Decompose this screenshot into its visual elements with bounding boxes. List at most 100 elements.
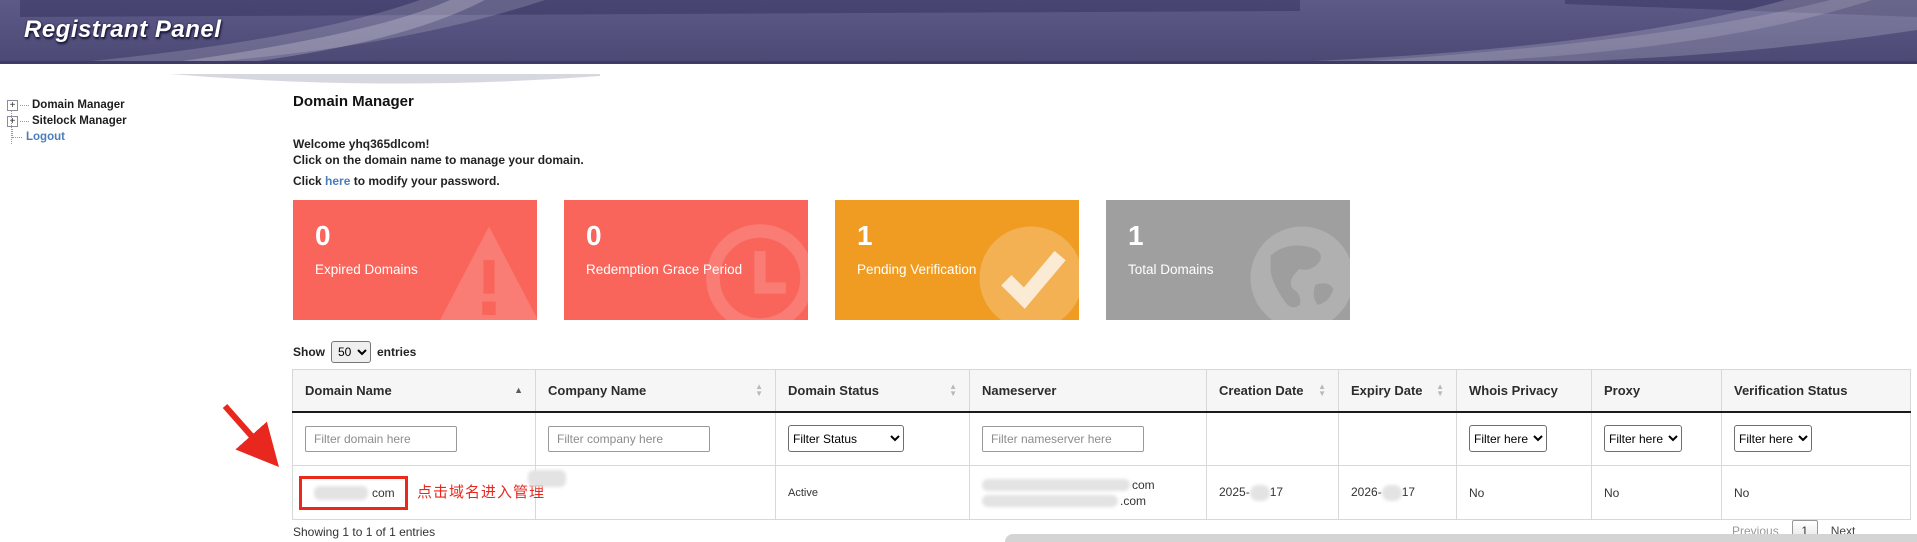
password-prefix: Click [293, 174, 325, 188]
card-label: Pending Verification [857, 262, 976, 277]
verification-status-cell: No [1722, 466, 1911, 520]
column-header-creation-date[interactable]: Creation Date ▲▼ [1207, 370, 1339, 412]
filter-expiry-empty [1339, 412, 1457, 466]
filter-nameserver-input[interactable] [982, 426, 1144, 452]
column-header-proxy[interactable]: Proxy [1592, 370, 1722, 412]
card-label: Redemption Grace Period [586, 262, 742, 277]
column-label: Nameserver [982, 383, 1056, 398]
annotation-arrow-icon [213, 396, 293, 476]
column-label: Domain Name [305, 383, 392, 398]
warning-icon [433, 222, 537, 320]
card-value: 1 [1128, 220, 1144, 252]
filter-verification-select[interactable]: Filter here [1734, 425, 1812, 452]
entries-count-select[interactable]: 50 [331, 341, 371, 363]
sort-both-icon[interactable]: ▲▼ [949, 383, 957, 397]
check-icon [975, 222, 1079, 320]
entries-label: entries [377, 345, 416, 359]
column-header-expiry-date[interactable]: Expiry Date ▲▼ [1339, 370, 1457, 412]
domain-status-cell: Active [776, 466, 970, 520]
change-password-link[interactable]: here [325, 174, 350, 188]
logout-link[interactable]: Logout [26, 131, 65, 143]
column-header-verification-status[interactable]: Verification Status [1722, 370, 1911, 412]
header-banner: Registrant Panel [0, 0, 1917, 64]
column-header-whois-privacy[interactable]: Whois Privacy [1457, 370, 1592, 412]
sort-both-icon[interactable]: ▲▼ [1318, 383, 1326, 397]
redacted-date-part [1382, 485, 1402, 501]
show-label: Show [293, 345, 325, 359]
expiry-prefix: 2026- [1351, 485, 1382, 499]
sidebar-item-logout[interactable]: Logout [7, 129, 257, 145]
column-header-domain-name[interactable]: Domain Name ▲ [293, 370, 536, 412]
sidebar-item-label[interactable]: Domain Manager [32, 99, 125, 111]
sort-both-icon[interactable]: ▲▼ [755, 383, 763, 397]
column-label: Proxy [1604, 383, 1640, 398]
expand-plus-icon[interactable]: + [7, 116, 18, 127]
card-value: 1 [857, 220, 873, 252]
globe-icon [1246, 222, 1350, 320]
sort-asc-icon[interactable]: ▲ [514, 386, 523, 395]
sort-both-icon[interactable]: ▲▼ [1436, 383, 1444, 397]
expiry-date-cell: 2026- 17 [1339, 466, 1457, 520]
card-value: 0 [315, 220, 331, 252]
nameserver1-suffix: com [1132, 478, 1155, 492]
card-label: Expired Domains [315, 262, 418, 277]
redacted-domain-name [314, 486, 368, 500]
column-header-company-name[interactable]: Company Name ▲▼ [536, 370, 776, 412]
password-line: Click here to modify your password. [293, 174, 500, 188]
creation-suffix: 17 [1270, 485, 1283, 499]
column-label: Verification Status [1734, 383, 1847, 398]
table-header-row: Domain Name ▲ Company Name ▲▼ Domain Statu… [293, 370, 1911, 412]
redacted-company-name [528, 470, 566, 487]
column-header-domain-status[interactable]: Domain Status ▲▼ [776, 370, 970, 412]
tree-connector-line [11, 110, 12, 144]
filter-status-select[interactable]: Filter Status [788, 425, 904, 452]
nameserver-cell: com .com [970, 466, 1207, 520]
sidebar-item-domain-manager[interactable]: + Domain Manager [7, 97, 257, 113]
welcome-line1: Welcome yhq365dlcom! [293, 136, 584, 152]
column-label: Creation Date [1219, 383, 1304, 398]
registrant-panel-page: Registrant Panel + Domain Manager + Site… [0, 0, 1917, 542]
filter-proxy-select[interactable]: Filter here [1604, 425, 1682, 452]
showing-entries-text: Showing 1 to 1 of 1 entries [293, 525, 435, 539]
show-entries-control: Show 50 entries [293, 341, 416, 363]
welcome-text: Welcome yhq365dlcom! Click on the domain… [293, 136, 584, 168]
domain-suffix[interactable]: com [372, 486, 395, 500]
redacted-date-part [1250, 485, 1270, 501]
expand-plus-icon[interactable]: + [7, 100, 18, 111]
redacted-nameserver [982, 479, 1130, 491]
column-label: Domain Status [788, 383, 879, 398]
banner-tail-swoosh [170, 74, 600, 88]
column-label: Whois Privacy [1469, 383, 1558, 398]
password-suffix: to modify your password. [350, 174, 499, 188]
card-expired-domains: 0 Expired Domains [293, 200, 537, 320]
expiry-suffix: 17 [1402, 485, 1415, 499]
tree-dash [20, 105, 29, 106]
domain-name-link[interactable]: com [299, 476, 408, 510]
proxy-cell: No [1592, 466, 1722, 520]
filter-row: Filter Status Filter here Filter here Fi… [293, 412, 1911, 466]
filter-whois-select[interactable]: Filter here [1469, 425, 1547, 452]
filter-creation-empty [1207, 412, 1339, 466]
column-header-nameserver[interactable]: Nameserver [970, 370, 1207, 412]
filter-domain-input[interactable] [305, 426, 457, 452]
welcome-line2: Click on the domain name to manage your … [293, 152, 584, 168]
card-label: Total Domains [1128, 262, 1214, 277]
card-value: 0 [586, 220, 602, 252]
stat-cards-row: 0 Expired Domains 0 Redemption Grace Per… [293, 200, 1350, 320]
creation-date-cell: 2025- 17 [1207, 466, 1339, 520]
creation-prefix: 2025- [1219, 485, 1250, 499]
card-pending-verification: 1 Pending Verification [835, 200, 1079, 320]
column-label: Expiry Date [1351, 383, 1423, 398]
tree-corner-connector [12, 129, 22, 138]
whois-privacy-cell: No [1457, 466, 1592, 520]
filter-company-input[interactable] [548, 426, 710, 452]
annotation-text: 点击域名进入管理 [417, 481, 545, 502]
column-label: Company Name [548, 383, 646, 398]
app-title: Registrant Panel [24, 16, 221, 44]
tree-dash [20, 121, 29, 122]
sidebar-tree: + Domain Manager + Sitelock Manager Logo… [7, 97, 257, 145]
sidebar-item-sitelock-manager[interactable]: + Sitelock Manager [7, 113, 257, 129]
sidebar-item-label[interactable]: Sitelock Manager [32, 115, 127, 127]
redacted-nameserver [982, 495, 1118, 507]
page-title: Domain Manager [293, 93, 414, 110]
